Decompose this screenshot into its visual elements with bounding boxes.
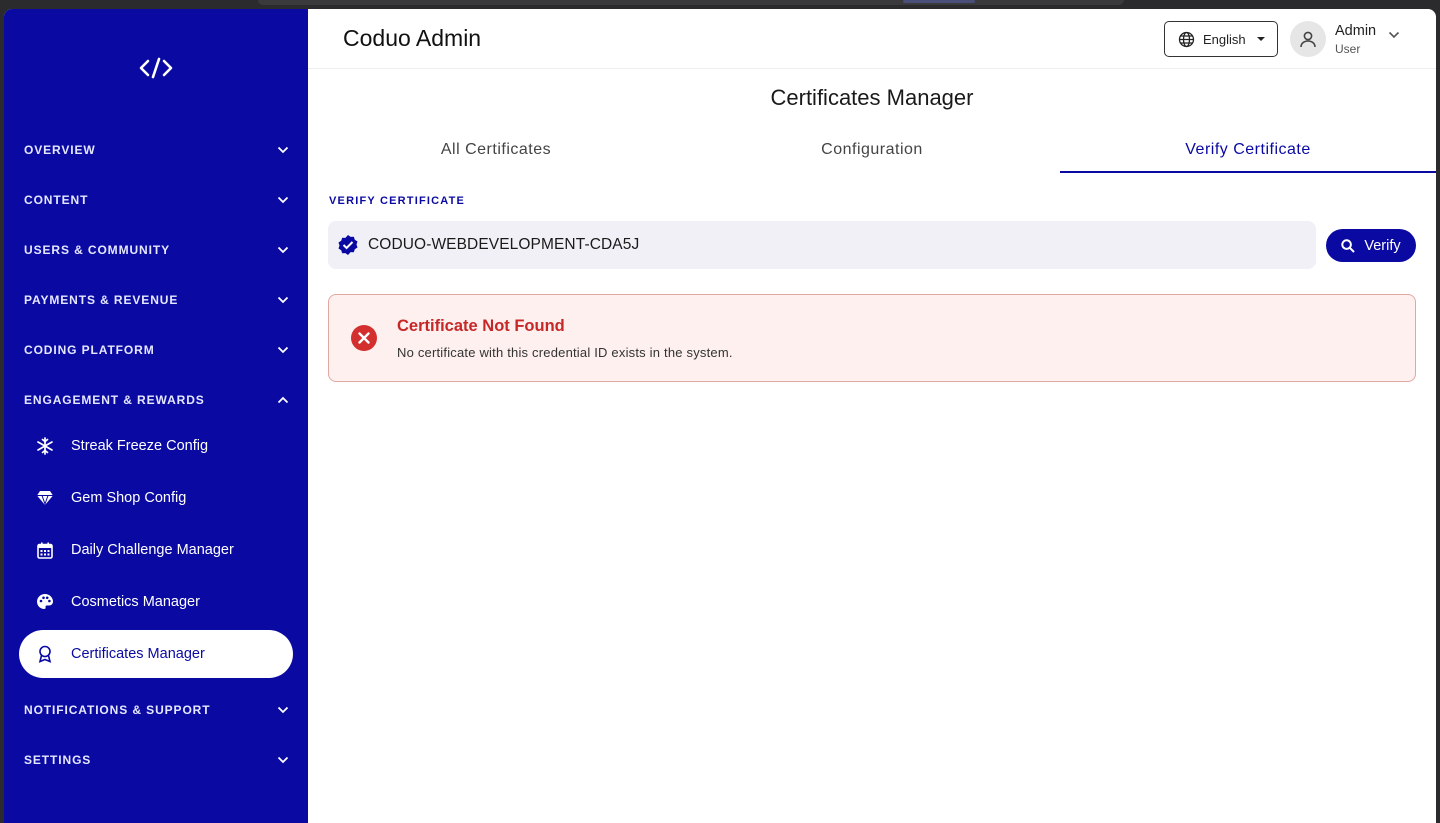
chevron-down-icon: [276, 343, 290, 357]
sidebar: OVERVIEW CONTENT USERS & COMMUNITY PAYME…: [4, 9, 308, 823]
user-role: User: [1335, 42, 1361, 56]
calendar-icon: [19, 542, 71, 559]
sidebar-item-label: Streak Freeze Config: [71, 438, 209, 454]
globe-icon: [1178, 31, 1195, 48]
sidebar-section-label: ENGAGEMENT & REWARDS: [24, 393, 205, 407]
tab-all-certificates[interactable]: All Certificates: [308, 127, 684, 173]
sidebar-section-label: PAYMENTS & REVENUE: [24, 293, 179, 307]
sidebar-item-label: Gem Shop Config: [71, 490, 187, 506]
sidebar-section-label: NOTIFICATIONS & SUPPORT: [24, 703, 211, 717]
palette-icon: [19, 593, 71, 611]
chevron-down-icon: [276, 703, 290, 717]
chevron-up-icon: [276, 393, 290, 407]
tab-configuration[interactable]: Configuration: [684, 127, 1060, 173]
sidebar-section-content[interactable]: CONTENT: [24, 188, 290, 212]
sidebar-section-coding-platform[interactable]: CODING PLATFORM: [24, 338, 290, 362]
sidebar-item-streak-freeze-config[interactable]: Streak Freeze Config: [19, 422, 293, 470]
chevron-down-icon: [276, 243, 290, 257]
verify-button-label: Verify: [1364, 237, 1401, 254]
chevron-down-icon: [276, 293, 290, 307]
sidebar-item-daily-challenge-manager[interactable]: Daily Challenge Manager: [19, 526, 293, 574]
credential-input-wrapper: [328, 221, 1316, 269]
top-strip-indicator: [903, 0, 975, 3]
browser-top-strip: [258, 0, 1124, 5]
award-icon: [19, 645, 71, 663]
sidebar-section-label: OVERVIEW: [24, 143, 96, 157]
search-icon: [1341, 238, 1356, 253]
chevron-down-icon: [276, 753, 290, 767]
sidebar-item-gem-shop-config[interactable]: Gem Shop Config: [19, 474, 293, 522]
snowflake-icon: [19, 437, 71, 455]
tab-verify-certificate[interactable]: Verify Certificate: [1060, 127, 1436, 173]
app-window: OVERVIEW CONTENT USERS & COMMUNITY PAYME…: [4, 9, 1436, 823]
user-name: Admin: [1335, 23, 1377, 39]
sidebar-item-label: Daily Challenge Manager: [71, 542, 234, 558]
sidebar-item-certificates-manager[interactable]: Certificates Manager: [19, 630, 293, 678]
sidebar-item-label: Certificates Manager: [71, 646, 205, 662]
sidebar-section-notifications-support[interactable]: NOTIFICATIONS & SUPPORT: [24, 698, 290, 722]
sidebar-section-settings[interactable]: SETTINGS: [24, 748, 290, 772]
sidebar-item-cosmetics-manager[interactable]: Cosmetics Manager: [19, 578, 293, 626]
diamond-icon: [19, 490, 71, 506]
language-selector[interactable]: English: [1164, 21, 1278, 57]
credential-id-input[interactable]: [368, 236, 1268, 254]
error-icon: [351, 325, 377, 351]
sidebar-item-label: Cosmetics Manager: [71, 594, 200, 610]
language-label: English: [1203, 31, 1246, 47]
certificate-tabs: All Certificates Configuration Verify Ce…: [308, 127, 1436, 173]
sidebar-section-label: USERS & COMMUNITY: [24, 243, 170, 257]
code-logo-icon[interactable]: [4, 53, 308, 83]
caret-down-icon: [1256, 36, 1266, 42]
app-title: Coduo Admin: [343, 25, 482, 51]
avatar[interactable]: [1290, 21, 1326, 57]
alert-title: Certificate Not Found: [397, 317, 565, 335]
page-title: Certificates Manager: [770, 85, 974, 110]
sidebar-section-overview[interactable]: OVERVIEW: [24, 138, 290, 162]
user-icon: [1299, 30, 1317, 48]
chevron-down-icon: [276, 193, 290, 207]
sidebar-section-label: CONTENT: [24, 193, 89, 207]
error-alert: Certificate Not Found No certificate wit…: [328, 294, 1416, 382]
verified-badge-icon: [337, 234, 359, 256]
sidebar-section-payments-revenue[interactable]: PAYMENTS & REVENUE: [24, 288, 290, 312]
chevron-down-icon[interactable]: [1388, 31, 1400, 39]
sidebar-section-label: SETTINGS: [24, 753, 92, 767]
top-header: Coduo Admin English Admin User: [308, 9, 1436, 69]
alert-message: No certificate with this credential ID e…: [397, 345, 733, 360]
verify-button[interactable]: Verify: [1326, 229, 1416, 262]
chevron-down-icon: [276, 143, 290, 157]
sidebar-section-engagement-rewards[interactable]: ENGAGEMENT & REWARDS: [24, 388, 290, 412]
verify-field-label: VERIFY CERTIFICATE: [329, 195, 466, 207]
sidebar-section-users-community[interactable]: USERS & COMMUNITY: [24, 238, 290, 262]
sidebar-section-label: CODING PLATFORM: [24, 343, 155, 357]
